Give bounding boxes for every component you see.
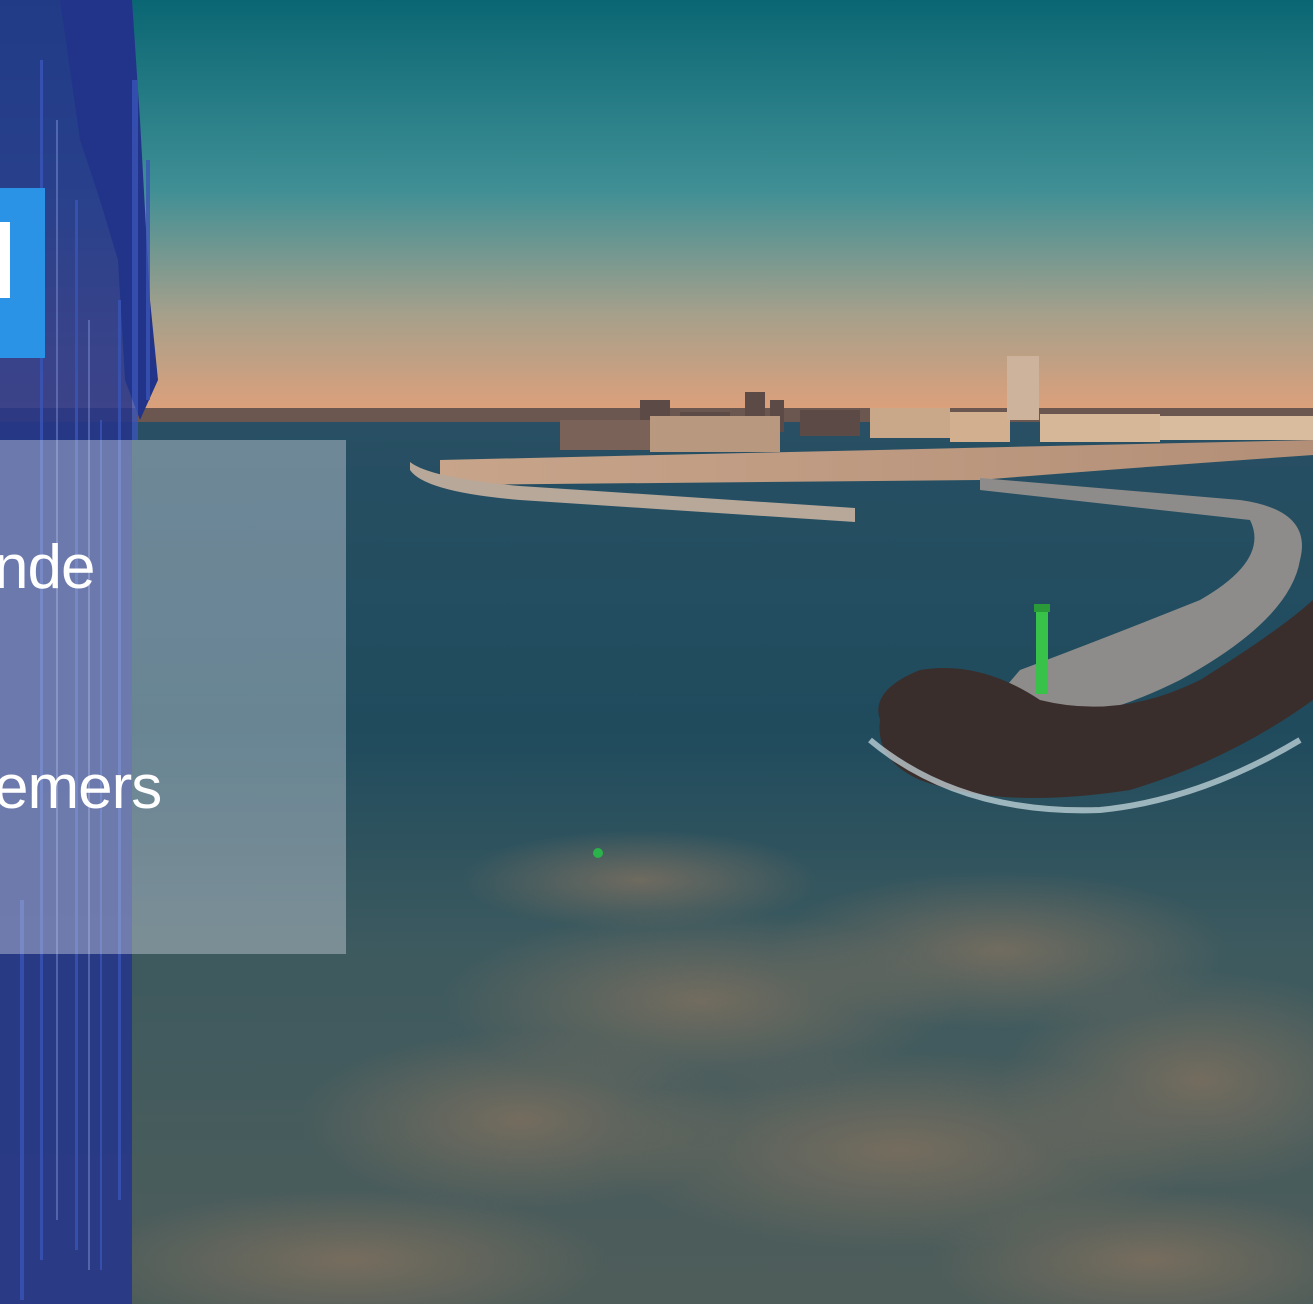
info-panel: nde emers [0, 440, 346, 954]
sky [0, 0, 1313, 420]
accent-logo-box [0, 188, 45, 358]
lighthouse [1036, 608, 1048, 694]
buoy [593, 848, 603, 858]
panel-text-line-2: emers [0, 753, 162, 822]
accent-logo-bar [0, 222, 10, 298]
panel-text-line-1: nde [0, 533, 95, 602]
